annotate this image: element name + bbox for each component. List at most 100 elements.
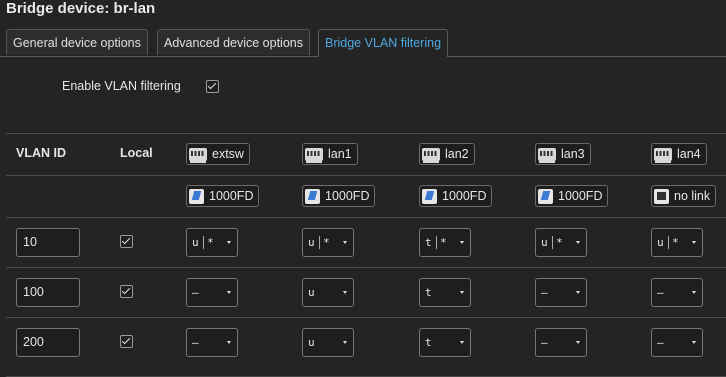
pvid-marker: * [323,236,330,249]
tab-advanced-device-options[interactable]: Advanced device options [157,29,310,55]
ethernet-port-icon [189,147,207,163]
page-title: Bridge device: br-lan [6,0,156,17]
membership-mode: t [425,286,432,299]
chevron-down-icon [460,241,464,244]
local-checkbox[interactable] [120,235,133,248]
chevron-down-icon [343,291,347,294]
local-checkbox[interactable] [120,335,133,348]
value-separator [668,236,669,249]
table-header-divider [6,175,726,176]
value-separator [436,236,437,249]
port-header-lan2: lan2 [419,143,475,165]
local-checkbox[interactable] [120,285,133,298]
port-speed-lan4: no link [651,185,717,207]
chevron-down-icon [576,291,580,294]
port-membership-select[interactable]: – [535,278,587,307]
port-membership-select[interactable]: u * [535,228,587,257]
vlan-id-header: VLAN ID [16,146,66,160]
membership-mode: u [308,286,315,299]
port-membership-select[interactable]: t * [419,228,471,257]
enable-vlan-filtering-label: Enable VLAN filtering [62,79,181,93]
link-up-icon [189,188,204,204]
port-speed-lan1: 1000FD [302,185,376,207]
port-speed-extsw: 1000FD [186,185,260,207]
port-membership-select[interactable]: t [419,278,471,307]
value-separator [319,236,320,249]
chevron-down-icon [343,341,347,344]
port-speed-label: 1000FD [442,189,487,203]
port-membership-select[interactable]: u * [186,228,238,257]
port-name: lan1 [328,147,352,161]
port-header-extsw: extsw [186,143,250,165]
port-name: extsw [212,147,244,161]
local-header: Local [120,146,153,160]
port-speed-label: 1000FD [558,189,603,203]
chevron-down-icon [227,341,231,344]
chevron-down-icon [692,291,696,294]
membership-mode: t [425,236,432,249]
port-membership-select[interactable]: u * [651,228,703,257]
pvid-marker: * [207,236,214,249]
port-membership-select[interactable]: u [302,328,354,357]
membership-mode: – [541,286,548,299]
link-up-icon [422,188,437,204]
pvid-marker: * [440,236,447,249]
port-membership-select[interactable]: t [419,328,471,357]
ethernet-port-icon [538,147,556,163]
no-link-icon [654,188,669,204]
membership-mode: – [657,336,664,349]
port-header-lan4: lan4 [651,143,707,165]
pvid-marker: * [672,236,679,249]
membership-mode: u [541,236,548,249]
chevron-down-icon [343,241,347,244]
membership-mode: u [192,236,199,249]
table-row-divider [6,217,726,218]
vlan-id-input[interactable]: 10 [16,228,80,257]
ethernet-port-icon [422,147,440,163]
membership-mode: – [657,286,664,299]
port-speed-lan3: 1000FD [535,185,609,207]
port-name: lan2 [445,147,469,161]
tab-general-device-options[interactable]: General device options [6,29,148,55]
port-speed-label: 1000FD [209,189,254,203]
membership-mode: u [657,236,664,249]
tab-bridge-vlan-filtering[interactable]: Bridge VLAN filtering [318,29,449,57]
port-speed-lan2: 1000FD [419,185,493,207]
port-membership-select[interactable]: – [651,278,703,307]
membership-mode: t [425,336,432,349]
chevron-down-icon [692,341,696,344]
membership-mode: u [308,336,315,349]
port-membership-select[interactable]: – [186,278,238,307]
vlan-id-input[interactable]: 200 [16,328,80,357]
pvid-marker: * [556,236,563,249]
chevron-down-icon [227,291,231,294]
enable-vlan-filtering-checkbox[interactable] [206,80,219,93]
port-header-lan3: lan3 [535,143,591,165]
port-membership-select[interactable]: – [651,328,703,357]
chevron-down-icon [227,241,231,244]
link-up-icon [538,188,553,204]
chevron-down-icon [576,341,580,344]
membership-mode: – [541,336,548,349]
link-up-icon [305,188,320,204]
ethernet-port-icon [654,147,672,163]
port-membership-select[interactable]: u * [302,228,354,257]
port-name: lan3 [561,147,585,161]
membership-mode: – [192,286,199,299]
membership-mode: u [308,236,315,249]
value-separator [203,236,204,249]
tab-bar: General device options Advanced device o… [0,29,726,57]
port-membership-select[interactable]: u [302,278,354,307]
table-top-divider [6,133,726,134]
chevron-down-icon [460,291,464,294]
port-name: lan4 [677,147,701,161]
vlan-id-input[interactable]: 100 [16,278,80,307]
value-separator [552,236,553,249]
port-membership-select[interactable]: – [535,328,587,357]
port-speed-label: no link [674,189,711,203]
table-row-divider [6,267,726,268]
chevron-down-icon [460,341,464,344]
port-membership-select[interactable]: – [186,328,238,357]
chevron-down-icon [692,241,696,244]
ethernet-port-icon [305,147,323,163]
